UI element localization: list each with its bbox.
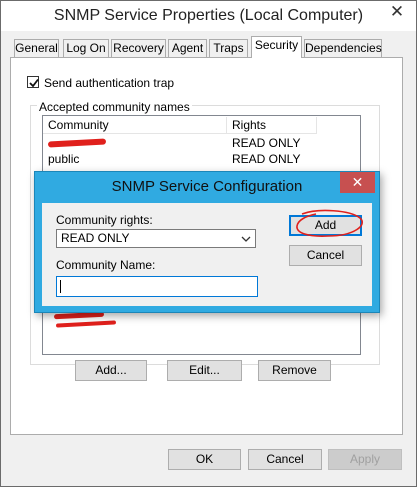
- tab-traps[interactable]: Traps: [209, 39, 248, 57]
- add-community-button[interactable]: Add...: [75, 360, 147, 381]
- window-title: SNMP Service Properties (Local Computer): [1, 1, 416, 31]
- edit-community-button[interactable]: Edit...: [167, 360, 242, 381]
- tab-recovery[interactable]: Recovery: [111, 39, 166, 57]
- community-list-lower-area: [50, 310, 362, 352]
- list-item[interactable]: public: [48, 151, 223, 167]
- text-caret: [60, 280, 61, 293]
- community-rights-label: Community rights:: [56, 213, 153, 227]
- community-rights-value: READ ONLY: [61, 231, 130, 245]
- send-auth-trap-label: Send authentication trap: [44, 76, 175, 90]
- snmp-config-dialog: SNMP Service Configuration ✕ Community r…: [34, 171, 380, 313]
- dialog-close-button[interactable]: ✕: [340, 172, 375, 193]
- list-item[interactable]: [47, 135, 223, 151]
- remove-community-button[interactable]: Remove: [258, 360, 331, 381]
- community-rights-select[interactable]: READ ONLY: [56, 229, 256, 248]
- chevron-down-icon: [239, 230, 253, 247]
- dialog-title: SNMP Service Configuration: [111, 178, 303, 195]
- ok-button[interactable]: OK: [168, 449, 241, 470]
- apply-button[interactable]: Apply: [328, 449, 402, 470]
- checkmark-icon: [29, 78, 39, 88]
- tab-agent[interactable]: Agent: [168, 39, 207, 57]
- list-item-rights: READ ONLY: [232, 136, 301, 150]
- send-auth-trap-checkbox[interactable]: [27, 76, 39, 88]
- column-header-rights[interactable]: Rights: [227, 117, 317, 134]
- list-item-rights: READ ONLY: [232, 152, 301, 166]
- redaction-mark: [55, 320, 117, 328]
- tab-log-on[interactable]: Log On: [63, 39, 109, 57]
- window-close-button[interactable]: ✕: [379, 1, 415, 25]
- tab-dependencies[interactable]: Dependencies: [304, 39, 382, 57]
- column-header-community[interactable]: Community: [43, 117, 227, 134]
- community-name-label: Community Name:: [56, 258, 156, 272]
- accepted-community-group-label: Accepted community names: [37, 100, 192, 114]
- redaction-mark: [47, 138, 107, 148]
- dialog-cancel-button[interactable]: Cancel: [289, 245, 362, 266]
- community-name-input[interactable]: [56, 276, 258, 297]
- tab-general[interactable]: General: [14, 39, 59, 57]
- tab-security[interactable]: Security: [251, 36, 302, 58]
- dialog-body: Community rights: READ ONLY Community Na…: [42, 203, 372, 306]
- cancel-button[interactable]: Cancel: [248, 449, 322, 470]
- annotation-circle: [296, 209, 363, 237]
